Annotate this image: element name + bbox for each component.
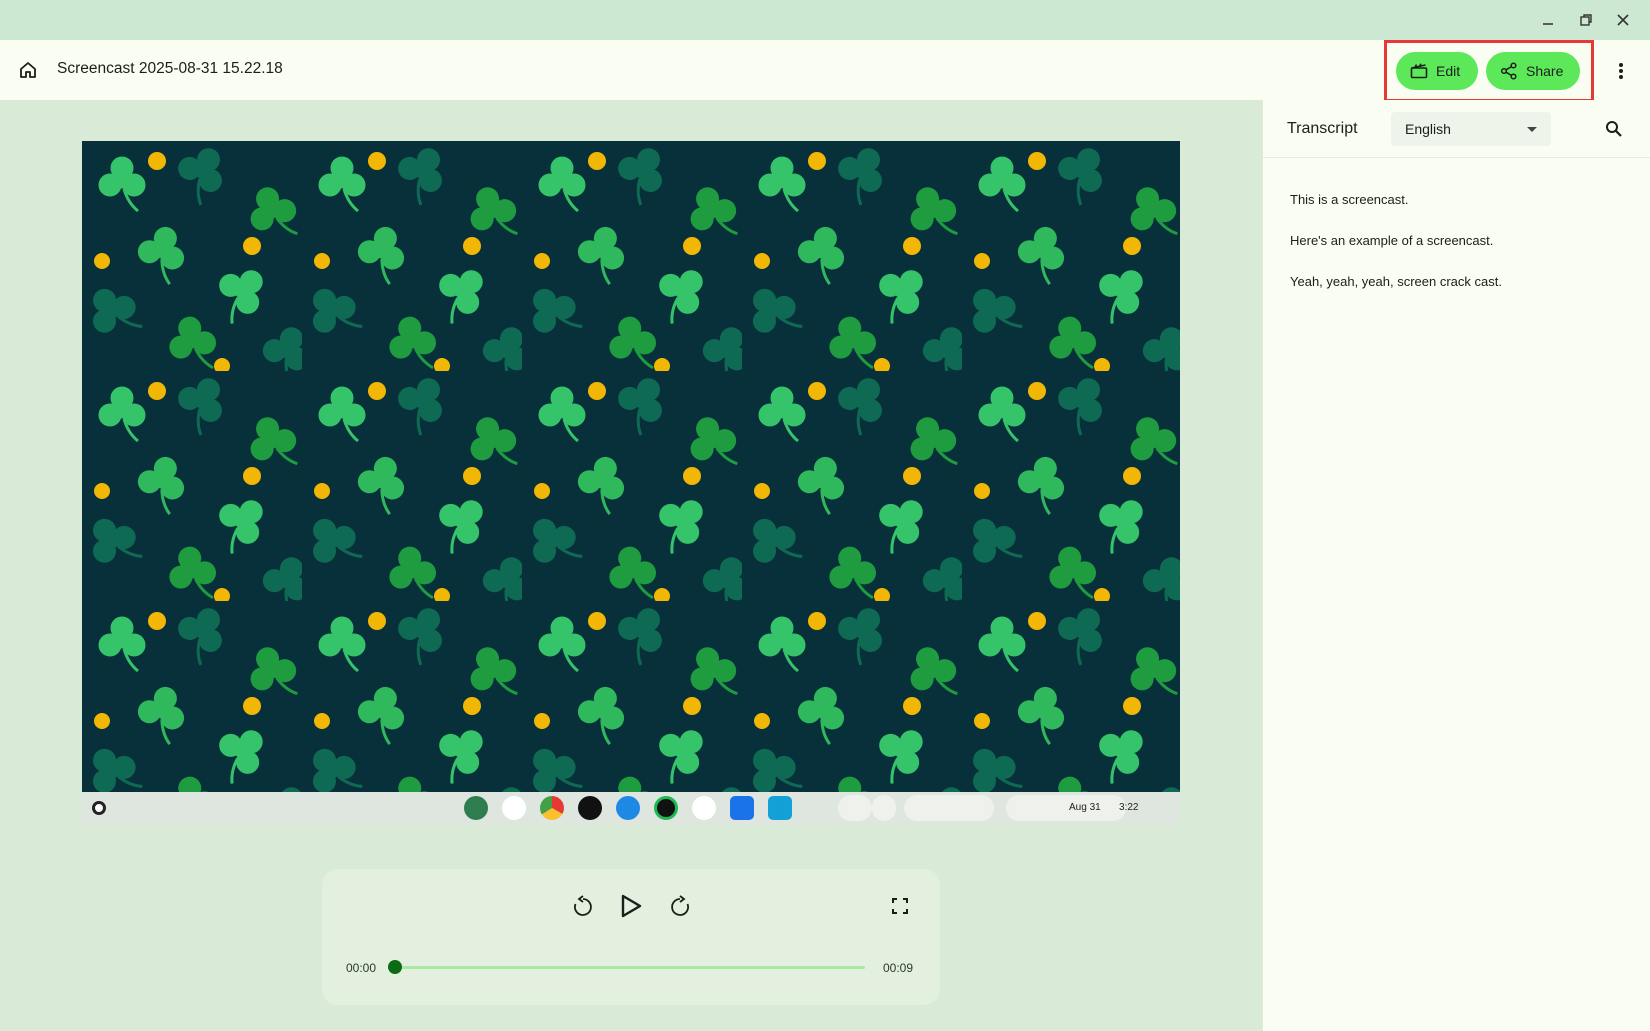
close-icon[interactable] bbox=[1609, 8, 1637, 32]
more-options-icon[interactable] bbox=[1610, 58, 1632, 84]
status-tray bbox=[1006, 795, 1126, 821]
transcript-header: Transcript English bbox=[1263, 100, 1650, 158]
recording-title: Screencast 2025-08-31 15.22.18 bbox=[57, 60, 283, 77]
messages-icon bbox=[616, 796, 640, 820]
transcript-line[interactable]: Yeah, yeah, yeah, screen crack cast. bbox=[1290, 274, 1502, 289]
meet-icon bbox=[768, 796, 792, 820]
forward-10-icon[interactable] bbox=[665, 891, 695, 921]
launcher-icon bbox=[92, 801, 106, 815]
spotify-icon bbox=[654, 796, 678, 820]
clover-wallpaper bbox=[82, 141, 1180, 825]
minimize-icon[interactable] bbox=[1534, 8, 1562, 32]
current-time: 00:00 bbox=[346, 961, 377, 975]
chromeos-shelf: Aug 31 3:22 bbox=[82, 792, 1180, 825]
chrome-icon bbox=[540, 796, 564, 820]
caret-down-icon bbox=[1527, 127, 1537, 132]
app-header: Screencast 2025-08-31 15.22.18 Edit Shar… bbox=[0, 40, 1650, 102]
window-titlebar bbox=[0, 0, 1650, 40]
transcript-line[interactable]: This is a screencast. bbox=[1290, 192, 1409, 207]
rewind-10-icon[interactable] bbox=[568, 891, 598, 921]
mic-camera-tray bbox=[904, 795, 994, 821]
video-frame[interactable]: Aug 31 3:22 bbox=[82, 141, 1180, 825]
restore-icon[interactable] bbox=[1572, 8, 1600, 32]
duration: 00:09 bbox=[883, 961, 914, 975]
record-icon bbox=[872, 795, 896, 821]
gemini-icon bbox=[502, 796, 526, 820]
seek-thumb[interactable] bbox=[388, 960, 402, 974]
video-area: Aug 31 3:22 00:00 00:09 bbox=[0, 100, 1271, 1031]
shelf-date: Aug 31 bbox=[1069, 802, 1101, 813]
language-dropdown[interactable]: English bbox=[1391, 112, 1551, 146]
transcript-line[interactable]: Here's an example of a screencast. bbox=[1290, 233, 1493, 248]
app-grid-icon bbox=[464, 796, 488, 820]
share-icon bbox=[1500, 62, 1517, 80]
pen-tool-icon bbox=[838, 795, 872, 821]
play-store-icon bbox=[692, 796, 716, 820]
play-icon[interactable] bbox=[614, 889, 648, 923]
search-icon[interactable] bbox=[1601, 116, 1627, 142]
edit-video-icon bbox=[1410, 63, 1428, 79]
seek-bar[interactable] bbox=[397, 966, 865, 969]
fullscreen-icon[interactable] bbox=[887, 893, 913, 919]
transcript-title: Transcript bbox=[1287, 120, 1358, 137]
language-value: English bbox=[1405, 121, 1451, 137]
share-button[interactable]: Share bbox=[1486, 52, 1580, 90]
playback-controls: 00:00 00:09 bbox=[322, 869, 940, 1005]
edit-label: Edit bbox=[1436, 63, 1461, 79]
edit-button[interactable]: Edit bbox=[1396, 52, 1478, 90]
podcast-app-icon bbox=[578, 796, 602, 820]
home-icon[interactable] bbox=[14, 56, 42, 84]
transcript-panel: Transcript English This is a screencast.… bbox=[1262, 100, 1650, 1031]
shelf-time: 3:22 bbox=[1119, 802, 1139, 813]
share-label: Share bbox=[1526, 63, 1564, 79]
files-icon bbox=[730, 796, 754, 820]
